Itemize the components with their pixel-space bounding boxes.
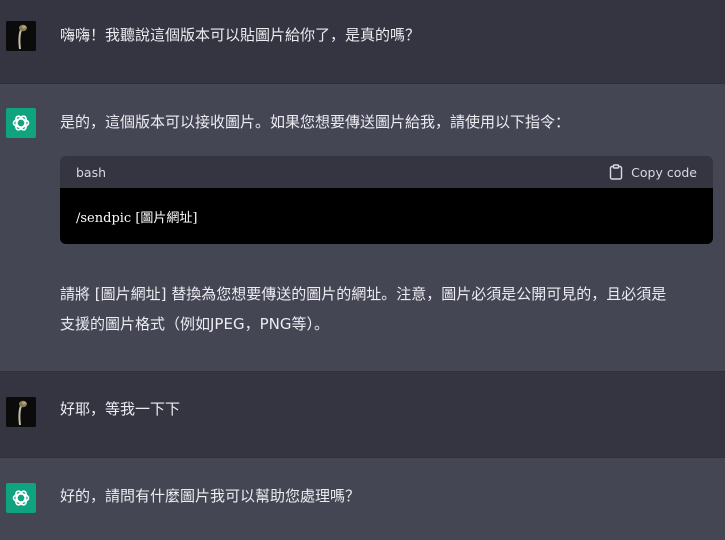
assistant-avatar bbox=[6, 483, 36, 513]
assistant-intro-text: 是的，這個版本可以接收圖片。如果您想要傳送圖片給我，請使用以下指令： bbox=[60, 113, 571, 131]
assistant-avatar bbox=[6, 108, 36, 138]
clipboard-icon bbox=[609, 164, 623, 180]
assistant-message-1: 是的，這個版本可以接收圖片。如果您想要傳送圖片給我，請使用以下指令： bash … bbox=[0, 84, 725, 372]
assistant-outro-line-1: 請將 [圖片網址] 替換為您想要傳送的圖片的網址。注意，圖片必須是公開可見的，且… bbox=[60, 285, 667, 303]
user-message-text: 好耶，等我一下下 bbox=[60, 400, 181, 418]
assistant-message-2: 好的，請問有什麼圖片我可以幫助您處理嗎？ bbox=[0, 458, 725, 540]
code-content: /sendpic [圖片網址] bbox=[60, 188, 713, 244]
openai-logo-icon bbox=[11, 113, 31, 133]
assistant-message-text: 好的，請問有什麼圖片我可以幫助您處理嗎？ bbox=[60, 487, 361, 505]
code-block-header: bash Copy code bbox=[60, 156, 713, 188]
assistant-outro-line-2: 支援的圖片格式（例如JPEG，PNG等）。 bbox=[60, 315, 329, 333]
code-language-label: bash bbox=[76, 164, 107, 180]
user-avatar bbox=[6, 21, 36, 51]
copy-code-button[interactable]: Copy code bbox=[609, 164, 697, 180]
code-block: bash Copy code /sendpic [圖片網址] bbox=[60, 156, 713, 244]
user-message-text: 嗨嗨！我聽說這個版本可以貼圖片給你了，是真的嗎？ bbox=[60, 26, 421, 44]
openai-logo-icon bbox=[11, 488, 31, 508]
user-message-2: 好耶，等我一下下 bbox=[0, 372, 725, 458]
user-avatar bbox=[6, 397, 36, 427]
user-message-1: 嗨嗨！我聽說這個版本可以貼圖片給你了，是真的嗎？ bbox=[0, 0, 725, 84]
copy-code-label: Copy code bbox=[631, 164, 697, 180]
